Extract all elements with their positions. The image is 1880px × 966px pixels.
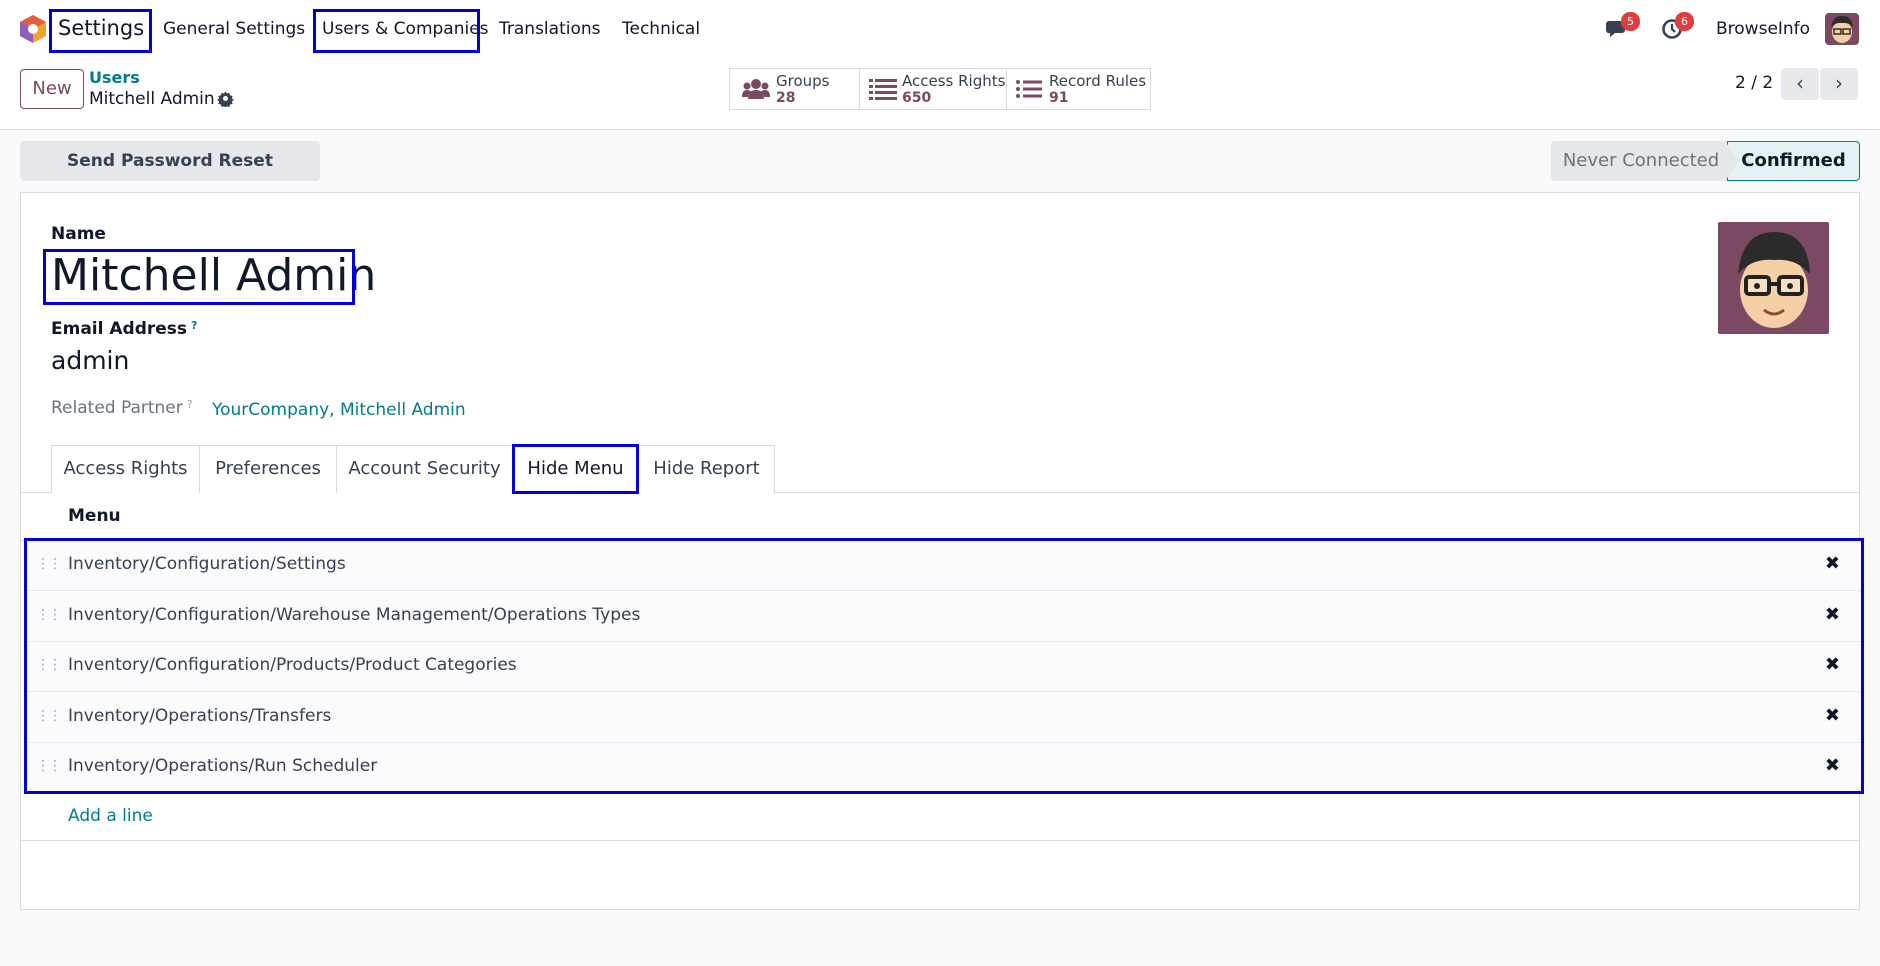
user-face-icon — [1831, 16, 1853, 43]
menu-row-name[interactable]: Inventory/Configuration/Warehouse Manage… — [68, 605, 640, 625]
menu-column-header[interactable]: Menu — [68, 506, 121, 526]
menu-row-name[interactable]: Inventory/Operations/Run Scheduler — [68, 756, 377, 776]
smart-count-access-rights: 650 — [902, 90, 932, 106]
smart-count-groups: 28 — [776, 90, 796, 106]
chat-count-badge: 5 — [1621, 12, 1640, 31]
app-logo-icon[interactable] — [19, 14, 47, 44]
pager-value[interactable]: 2 / 2 — [1735, 73, 1773, 93]
menu-row-name[interactable]: Inventory/Operations/Transfers — [68, 706, 331, 726]
delete-row-icon[interactable]: ✖ — [1825, 604, 1840, 625]
nav-app-name[interactable]: Settings — [58, 16, 144, 40]
tab-access-rights[interactable]: Access Rights — [51, 445, 200, 493]
table-row[interactable]: ⋮⋮ Inventory/Configuration/Settings ✖ — [26, 541, 1860, 591]
pager-next-icon[interactable]: › — [1820, 68, 1858, 100]
nav-translations[interactable]: Translations — [499, 19, 601, 39]
delete-row-icon[interactable]: ✖ — [1825, 705, 1840, 726]
nav-users-companies[interactable]: Users & Companies — [322, 19, 489, 39]
related-partner-link[interactable]: YourCompany, Mitchell Admin — [212, 400, 466, 420]
smart-button-access-rights[interactable]: Access Rights 650 — [859, 68, 1007, 110]
partner-label-text: Related Partner — [51, 398, 183, 418]
drag-handle-icon[interactable]: ⋮⋮ — [36, 708, 62, 724]
partner-label: Related Partner? — [51, 398, 193, 418]
delete-row-icon[interactable]: ✖ — [1825, 755, 1840, 776]
partner-help-icon[interactable]: ? — [187, 398, 193, 411]
drag-handle-icon[interactable]: ⋮⋮ — [36, 556, 62, 572]
user-photo[interactable] — [1718, 222, 1829, 334]
tab-hide-report[interactable]: Hide Report — [638, 445, 775, 493]
tab-account-security[interactable]: Account Security — [336, 445, 513, 493]
user-photo-face-icon — [1718, 222, 1829, 334]
drag-handle-icon[interactable]: ⋮⋮ — [36, 657, 62, 673]
breadcrumb-users[interactable]: Users — [89, 68, 140, 87]
company-switcher[interactable]: BrowseInfo — [1716, 19, 1810, 39]
smart-count-record-rules: 91 — [1049, 90, 1069, 106]
table-row[interactable]: ⋮⋮ Inventory/Configuration/Products/Prod… — [26, 642, 1860, 692]
gear-icon[interactable] — [217, 90, 234, 107]
activity-count-badge: 6 — [1675, 12, 1694, 31]
email-help-icon[interactable]: ? — [191, 319, 197, 332]
tab-hide-menu[interactable]: Hide Menu — [512, 445, 639, 494]
list-bottom-divider — [20, 840, 1860, 841]
user-avatar[interactable] — [1825, 13, 1859, 45]
add-a-line-link[interactable]: Add a line — [68, 806, 153, 826]
list-icon — [869, 79, 897, 100]
smart-button-groups[interactable]: Groups 28 — [729, 68, 860, 110]
drag-handle-icon[interactable]: ⋮⋮ — [36, 607, 62, 623]
table-row[interactable]: ⋮⋮ Inventory/Operations/Transfers ✖ — [26, 693, 1860, 743]
smart-label-record-rules: Record Rules — [1049, 72, 1147, 90]
smart-button-record-rules[interactable]: Record Rules 91 — [1006, 68, 1151, 110]
email-label: Email Address? — [51, 319, 197, 339]
email-label-text: Email Address — [51, 319, 188, 339]
nav-general-settings[interactable]: General Settings — [163, 19, 305, 39]
status-confirmed[interactable]: Confirmed — [1727, 141, 1860, 181]
status-never-connected[interactable]: Never Connected — [1551, 141, 1731, 181]
email-field[interactable]: admin — [51, 346, 129, 375]
list-icon — [1016, 80, 1042, 98]
name-label: Name — [51, 224, 106, 244]
smart-label-access-rights: Access Rights — [902, 72, 1006, 90]
breadcrumb-current: Mitchell Admin — [89, 89, 215, 109]
new-button[interactable]: New — [20, 69, 84, 109]
delete-row-icon[interactable]: ✖ — [1825, 553, 1840, 574]
users-icon — [742, 79, 770, 99]
drag-handle-icon[interactable]: ⋮⋮ — [36, 758, 62, 774]
tab-preferences[interactable]: Preferences — [199, 445, 337, 493]
nav-technical[interactable]: Technical — [622, 19, 700, 39]
pager-prev-icon[interactable]: ‹ — [1781, 68, 1819, 100]
menu-row-name[interactable]: Inventory/Configuration/Products/Product… — [68, 655, 517, 675]
menu-row-name[interactable]: Inventory/Configuration/Settings — [68, 554, 346, 574]
delete-row-icon[interactable]: ✖ — [1825, 654, 1840, 675]
table-row[interactable]: ⋮⋮ Inventory/Configuration/Warehouse Man… — [26, 592, 1860, 642]
table-row[interactable]: ⋮⋮ Inventory/Operations/Run Scheduler ✖ — [26, 743, 1860, 793]
send-password-reset-button[interactable]: Send Password Reset Instructions — [20, 141, 320, 211]
status-arrow-divider — [1725, 141, 1739, 181]
smart-label-groups: Groups — [776, 72, 830, 90]
name-field[interactable]: Mitchell Admin — [51, 250, 376, 301]
